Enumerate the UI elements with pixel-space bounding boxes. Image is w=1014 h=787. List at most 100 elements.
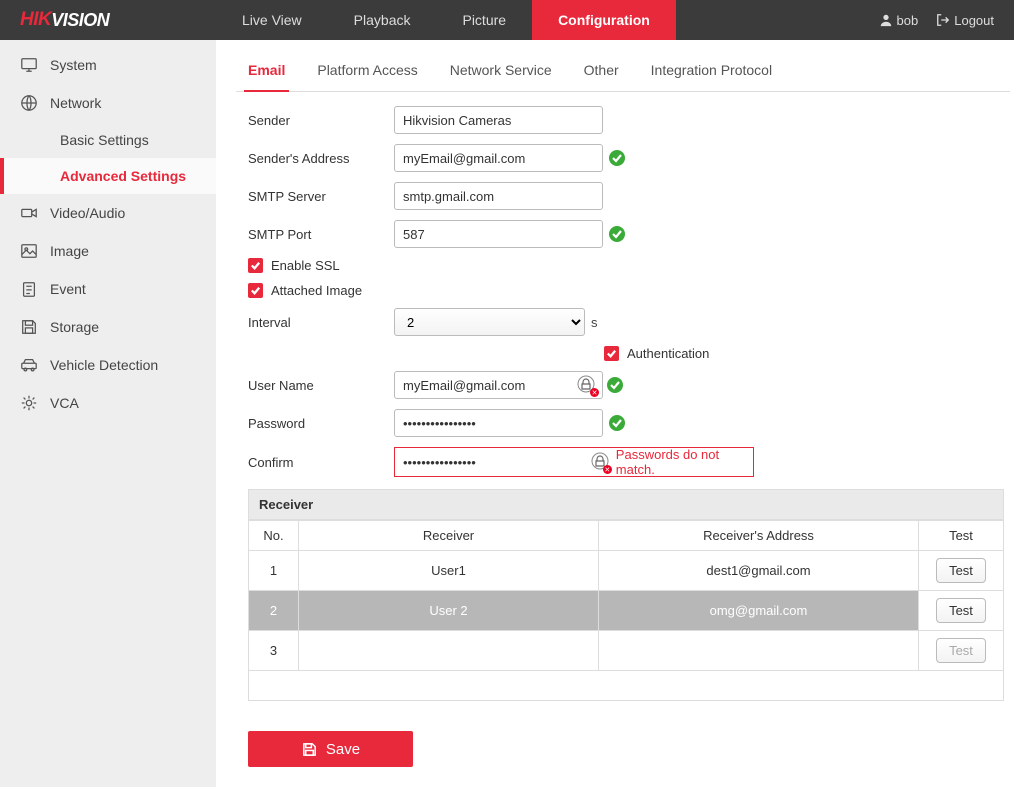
sidebar-item-vehicle[interactable]: Vehicle Detection	[0, 346, 216, 384]
sidebar-item-event[interactable]: Event	[0, 270, 216, 308]
gear-icon	[20, 394, 38, 412]
authentication-label: Authentication	[627, 346, 709, 361]
cell-address[interactable]	[599, 631, 919, 671]
cell-receiver[interactable]: User1	[299, 551, 599, 591]
main-content: Email Platform Access Network Service Ot…	[216, 40, 1014, 787]
top-nav: Live View Playback Picture Configuration	[216, 0, 879, 40]
tab-other[interactable]: Other	[580, 44, 623, 91]
save-label: Save	[326, 741, 360, 758]
sidebar-item-label: Image	[50, 243, 89, 259]
email-form: Sender Sender's Address SMTP Server SMTP…	[236, 92, 1014, 767]
camera-icon	[20, 204, 38, 222]
sender-address-input[interactable]	[394, 144, 603, 172]
col-test: Test	[919, 521, 1004, 551]
sidebar-item-system[interactable]: System	[0, 46, 216, 84]
attached-image-label: Attached Image	[271, 283, 362, 298]
clipboard-icon	[20, 280, 38, 298]
sidebar-item-label: Vehicle Detection	[50, 357, 158, 373]
enable-ssl-label: Enable SSL	[271, 258, 340, 273]
cell-no: 1	[249, 551, 299, 591]
image-icon	[20, 242, 38, 260]
tab-integration-protocol[interactable]: Integration Protocol	[647, 44, 776, 91]
brand-logo: HIKVISION	[0, 9, 216, 31]
smtp-port-input[interactable]	[394, 220, 603, 248]
col-receiver: Receiver	[299, 521, 599, 551]
tab-network-service[interactable]: Network Service	[446, 44, 556, 91]
sidebar-item-label: Event	[50, 281, 86, 297]
tab-platform-access[interactable]: Platform Access	[313, 44, 421, 91]
smtp-server-input[interactable]	[394, 182, 603, 210]
globe-icon	[20, 94, 38, 112]
receiver-table: No. Receiver Receiver's Address Test 1 U…	[248, 520, 1004, 701]
test-button[interactable]: Test	[936, 558, 986, 583]
vehicle-icon	[20, 356, 38, 374]
nav-playback[interactable]: Playback	[328, 0, 437, 40]
top-right: bob Logout	[879, 13, 1014, 28]
sender-input[interactable]	[394, 106, 603, 134]
sidebar-item-network[interactable]: Network	[0, 84, 216, 122]
brand-vision: VISION	[51, 10, 109, 31]
logout-icon	[936, 13, 950, 27]
cell-no: 2	[249, 591, 299, 631]
sidebar-item-label: Advanced Settings	[60, 168, 186, 184]
smtp-port-label: SMTP Port	[248, 227, 394, 242]
interval-unit: s	[591, 315, 598, 330]
col-no: No.	[249, 521, 299, 551]
test-button[interactable]: Test	[936, 638, 986, 663]
authentication-checkbox[interactable]	[604, 346, 619, 361]
attached-image-checkbox[interactable]	[248, 283, 263, 298]
lock-password-icon: ✕	[577, 375, 597, 395]
confirm-input[interactable]	[395, 448, 595, 476]
sidebar-item-label: Storage	[50, 319, 99, 335]
sidebar: System Network Basic Settings Advanced S…	[0, 40, 216, 787]
receiver-panel: Receiver No. Receiver Receiver's Address…	[248, 489, 1004, 701]
receiver-title: Receiver	[248, 489, 1004, 520]
sender-address-label: Sender's Address	[248, 151, 394, 166]
save-button[interactable]: Save	[248, 731, 413, 767]
username-label: User Name	[248, 378, 394, 393]
cell-address[interactable]: dest1@gmail.com	[599, 551, 919, 591]
nav-configuration[interactable]: Configuration	[532, 0, 676, 40]
table-row[interactable]: 3 Test	[249, 631, 1004, 671]
table-row[interactable]: 1 User1 dest1@gmail.com Test	[249, 551, 1004, 591]
username-input[interactable]	[394, 371, 603, 399]
enable-ssl-checkbox[interactable]	[248, 258, 263, 273]
check-ok-icon	[609, 226, 625, 242]
save-icon	[20, 318, 38, 336]
password-input[interactable]	[394, 409, 603, 437]
cell-receiver[interactable]	[299, 631, 599, 671]
check-ok-icon	[607, 377, 623, 393]
test-button[interactable]: Test	[936, 598, 986, 623]
smtp-server-label: SMTP Server	[248, 189, 394, 204]
nav-picture[interactable]: Picture	[436, 0, 532, 40]
brand-hik: HIK	[20, 9, 51, 31]
confirm-label: Confirm	[248, 455, 394, 470]
cell-no: 3	[249, 631, 299, 671]
sidebar-item-label: Video/Audio	[50, 205, 125, 221]
sidebar-item-video-audio[interactable]: Video/Audio	[0, 194, 216, 232]
cell-receiver[interactable]: User 2	[299, 591, 599, 631]
interval-select[interactable]: 2	[394, 308, 585, 336]
cell-address[interactable]: omg@gmail.com	[599, 591, 919, 631]
sidebar-item-image[interactable]: Image	[0, 232, 216, 270]
sidebar-item-storage[interactable]: Storage	[0, 308, 216, 346]
sidebar-item-vca[interactable]: VCA	[0, 384, 216, 422]
logout-link[interactable]: Logout	[936, 13, 994, 28]
check-ok-icon	[609, 415, 625, 431]
sidebar-item-advanced-settings[interactable]: Advanced Settings	[0, 158, 216, 194]
lock-password-icon: ✕	[591, 452, 610, 472]
sidebar-item-label: Network	[50, 95, 101, 111]
logout-label: Logout	[954, 13, 994, 28]
sidebar-item-basic-settings[interactable]: Basic Settings	[0, 122, 216, 158]
nav-live-view[interactable]: Live View	[216, 0, 328, 40]
subtabs: Email Platform Access Network Service Ot…	[236, 44, 1010, 92]
tab-email[interactable]: Email	[244, 44, 289, 92]
table-row[interactable]: 2 User 2 omg@gmail.com Test	[249, 591, 1004, 631]
top-bar: HIKVISION Live View Playback Picture Con…	[0, 0, 1014, 40]
confirm-error-wrap: ✕ Passwords do not match.	[394, 447, 754, 477]
password-label: Password	[248, 416, 394, 431]
current-user[interactable]: bob	[879, 13, 919, 28]
check-ok-icon	[609, 150, 625, 166]
sender-label: Sender	[248, 113, 394, 128]
user-name: bob	[897, 13, 919, 28]
